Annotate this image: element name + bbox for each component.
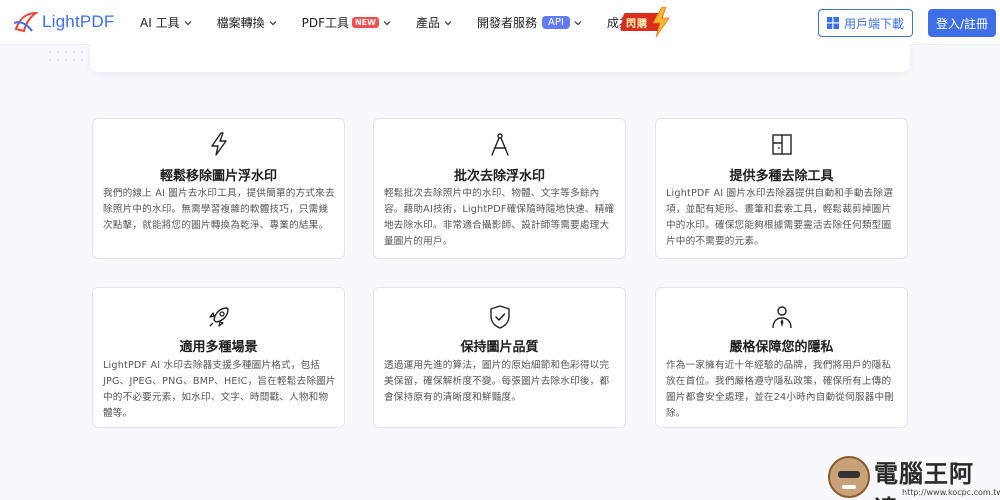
feature-title: 保持圖片品質 xyxy=(460,340,539,355)
lightpdf-logo[interactable]: LightPDF xyxy=(12,9,114,35)
site-watermark: 電腦王阿達 http://www.kocpc.com.tw xyxy=(828,452,1000,500)
lightpdf-logo-icon xyxy=(13,11,38,33)
nav-ai-tools[interactable]: AI 工具 xyxy=(140,14,193,31)
nav-products[interactable]: 產品 xyxy=(416,14,453,31)
compass-icon xyxy=(490,133,509,156)
chevron-down-icon xyxy=(444,20,452,25)
feature-title: 嚴格保障您的隱私 xyxy=(729,340,834,355)
nav-label: PDF工具 xyxy=(301,16,349,30)
nav-label: 檔案轉換 xyxy=(216,16,265,30)
flash-sale-label: 閃購 xyxy=(626,19,648,30)
feature-title: 批次去除浮水印 xyxy=(453,169,545,184)
main-nav: AI 工具 檔案轉換 PDF工具 NEW 產品 開發者服務 API 成為會員 xyxy=(140,0,679,45)
feature-description: 透過運用先進的算法，圖片的原始細節和色彩得以完美保留，確保解析度不變。每張圖片去… xyxy=(384,360,610,403)
nav-label: 開發者服務 xyxy=(476,16,537,30)
logo-text: LightPDF xyxy=(42,12,115,31)
download-client-label: 用戶端下載 xyxy=(843,16,904,31)
feature-description: 我們的線上 AI 圖片去水印工具，提供簡單的方式來去除照片中的水印。無需學習複雜… xyxy=(103,188,335,231)
person-icon xyxy=(771,306,792,329)
feature-description: 輕鬆批次去除照片中的水印、物體、文字等多餘內容。藉助AI技術，LightPDF確… xyxy=(384,188,615,247)
upload-panel-bottom xyxy=(90,42,910,72)
feature-title: 適用多種場景 xyxy=(179,340,258,355)
nav-pdf-tools[interactable]: PDF工具 NEW xyxy=(302,14,392,31)
nav-developer-services[interactable]: 開發者服務 API xyxy=(477,14,583,31)
nav-file-convert[interactable]: 檔案轉換 xyxy=(217,14,278,31)
login-register-button[interactable]: 登入/註冊 xyxy=(928,9,996,37)
feature-card: 輕鬆移除圖片浮水印 我們的線上 AI 圖片去水印工具，提供簡單的方式來去除照片中… xyxy=(92,118,345,259)
feature-title: 輕鬆移除圖片浮水印 xyxy=(159,169,277,184)
feature-card: 保持圖片品質 透過運用先進的算法，圖片的原始細節和色彩得以完美保留，確保解析度不… xyxy=(373,287,626,428)
top-nav-bar: LightPDF AI 工具 檔案轉換 PDF工具 NEW 產品 開發者服務 A… xyxy=(0,0,1000,45)
chevron-down-icon xyxy=(269,20,277,25)
lightning-icon xyxy=(210,132,227,156)
feature-description: LightPDF AI 水印去除器支援多種圖片格式，包括JPG、JPEG、PNG… xyxy=(103,360,336,419)
feature-card: 批次去除浮水印 輕鬆批次去除照片中的水印、物體、文字等多餘內容。藉助AI技術，L… xyxy=(373,118,626,259)
watermark-url: http://www.kocpc.com.tw xyxy=(902,488,1000,497)
lightning-bolt-icon xyxy=(652,7,670,37)
feature-description: LightPDF AI 圖片水印去除器提供自動和手動去除選項，並配有矩形、畫筆和… xyxy=(666,188,894,247)
nav-label: 產品 xyxy=(415,16,440,30)
download-client-button[interactable]: 用戶端下載 xyxy=(818,9,913,37)
chevron-down-icon xyxy=(574,20,582,25)
decorative-dots xyxy=(46,48,86,66)
api-badge: API xyxy=(542,16,570,29)
feature-card: 適用多種場景 LightPDF AI 水印去除器支援多種圖片格式，包括JPG、J… xyxy=(92,287,345,428)
nav-label: AI 工具 xyxy=(140,16,180,30)
chevron-down-icon xyxy=(184,20,192,25)
flash-sale-badge[interactable]: 閃購 xyxy=(620,7,672,37)
mascot-avatar xyxy=(828,456,870,498)
feature-card: 提供多種去除工具 LightPDF AI 圖片水印去除器提供自動和手動去除選項，… xyxy=(655,118,908,259)
rocket-icon xyxy=(208,307,229,327)
feature-title: 提供多種去除工具 xyxy=(729,169,834,184)
chevron-down-icon xyxy=(383,20,391,25)
feature-description: 作為一家擁有近十年經驗的品牌，我們將用戶的隱私放在首位。我們嚴格遵守隱私政策，確… xyxy=(666,360,895,419)
login-register-label: 登入/註冊 xyxy=(935,16,989,31)
door-icon xyxy=(771,134,792,155)
new-badge: NEW xyxy=(351,17,379,28)
feature-card: 嚴格保障您的隱私 作為一家擁有近十年經驗的品牌，我們將用戶的隱私放在首位。我們嚴… xyxy=(655,287,908,428)
windows-icon xyxy=(826,17,839,29)
shield-check-icon xyxy=(489,305,510,329)
